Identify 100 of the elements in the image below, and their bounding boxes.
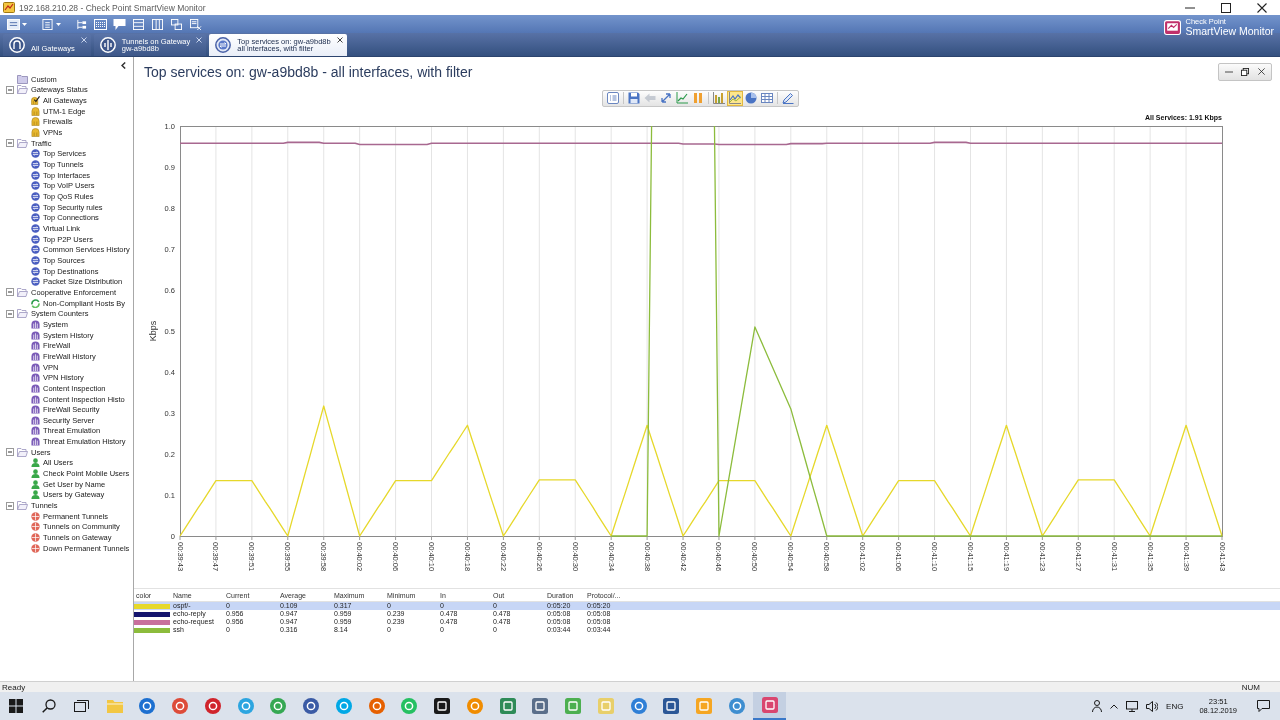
circular-arrows-icon bbox=[31, 298, 40, 308]
bar-dome-icon bbox=[31, 362, 40, 372]
chevron-left-icon[interactable] bbox=[121, 62, 126, 69]
stacked-windows-icon bbox=[170, 18, 183, 30]
maximize-icon bbox=[1221, 2, 1231, 13]
toolbar-button[interactable] bbox=[111, 16, 128, 32]
bar-dome-icon bbox=[31, 437, 40, 447]
speaker-icon[interactable] bbox=[1146, 700, 1159, 712]
arch-icon bbox=[31, 117, 40, 127]
bar-dome-icon bbox=[31, 341, 40, 351]
folder-icon bbox=[17, 74, 28, 84]
pause-icon bbox=[691, 92, 704, 104]
view-title: Top services on: gw-a9bd8b - all interfaces, with filter bbox=[144, 63, 474, 80]
bar-dome-icon bbox=[31, 415, 40, 425]
trend-chart-icon bbox=[675, 92, 688, 104]
toolbar-button[interactable] bbox=[39, 16, 63, 32]
window-menu-icon bbox=[7, 18, 20, 30]
bar-chart-button[interactable] bbox=[710, 90, 727, 106]
chevron-up-icon[interactable] bbox=[1110, 703, 1119, 709]
arrows-circle-icon bbox=[31, 149, 40, 159]
bar-chart-icon bbox=[712, 92, 725, 104]
arrows-circle-icon bbox=[31, 213, 40, 223]
chart-window-icon bbox=[3, 2, 15, 13]
person-icon bbox=[31, 458, 40, 468]
ball-icon bbox=[31, 522, 40, 532]
minus-box-icon[interactable] bbox=[6, 288, 14, 297]
pie-chart-icon bbox=[744, 92, 757, 104]
arrows-circle-icon bbox=[215, 37, 232, 53]
window-title: 192.168.210.28 - Check Point SmartView Monitor bbox=[19, 2, 207, 13]
folder-icon bbox=[17, 447, 28, 457]
folder-icon bbox=[17, 138, 28, 148]
grid-icon bbox=[9, 699, 24, 713]
columns-icon bbox=[151, 18, 164, 30]
arrow-left-icon bbox=[643, 92, 656, 104]
save-icon bbox=[627, 92, 640, 104]
line-chart-button[interactable] bbox=[726, 90, 743, 106]
arrows-circle-icon bbox=[31, 245, 40, 255]
status-text: Ready bbox=[2, 682, 26, 692]
axis-title: Kbps bbox=[148, 320, 158, 342]
arrows-circle-icon bbox=[31, 202, 40, 212]
arrows-circle-icon bbox=[31, 181, 40, 191]
list-icon bbox=[606, 92, 619, 104]
pencil-icon bbox=[781, 92, 794, 104]
close-icon[interactable] bbox=[336, 37, 343, 43]
minimize-icon bbox=[1185, 6, 1195, 9]
minus-box-icon[interactable] bbox=[6, 139, 14, 148]
minus-box-icon[interactable] bbox=[6, 86, 14, 94]
language-indicator[interactable]: ENG bbox=[1166, 701, 1184, 711]
arch-check-icon bbox=[31, 96, 40, 106]
logo-product-text: SmartView Monitor bbox=[1185, 25, 1274, 36]
status-indicator: NUM bbox=[1241, 682, 1260, 692]
arch-icon bbox=[31, 106, 40, 116]
diagonal-arrows-icon bbox=[659, 92, 672, 104]
person-icon[interactable] bbox=[1092, 700, 1103, 712]
bar-dome-icon bbox=[31, 351, 40, 361]
arrows-circle-icon bbox=[31, 234, 40, 244]
minus-box-icon[interactable] bbox=[6, 501, 14, 510]
speech-bubble-icon[interactable] bbox=[1257, 700, 1270, 712]
bar-dome-icon bbox=[31, 330, 40, 340]
toolbar-button[interactable] bbox=[5, 16, 29, 32]
minus-box-icon[interactable] bbox=[6, 448, 14, 457]
list-icon bbox=[41, 18, 54, 30]
arrows-circle-icon bbox=[31, 160, 40, 170]
close-icon bbox=[1257, 2, 1267, 13]
line-chart-icon bbox=[728, 92, 741, 104]
folder-icon bbox=[17, 309, 28, 319]
tree-icon bbox=[75, 18, 88, 30]
arrows-circle-icon bbox=[31, 170, 40, 180]
toolbar-button[interactable] bbox=[149, 16, 166, 32]
caret-icon bbox=[56, 22, 61, 26]
minus-box-icon[interactable] bbox=[6, 309, 14, 318]
person-icon bbox=[31, 490, 40, 500]
arrows-circle-icon bbox=[31, 256, 40, 265]
toolbar-button[interactable] bbox=[168, 16, 185, 32]
restore-button[interactable] bbox=[1238, 65, 1252, 78]
folder-icon bbox=[17, 287, 28, 297]
ball-icon bbox=[31, 533, 40, 543]
toolbar-button[interactable] bbox=[92, 16, 109, 32]
bar-dome-icon bbox=[31, 405, 40, 415]
chart-screen-icon bbox=[1164, 19, 1182, 35]
bar-dome-icon bbox=[31, 373, 40, 383]
split-circle-icon bbox=[99, 37, 116, 53]
minimize-icon bbox=[1225, 70, 1233, 73]
legend-button[interactable] bbox=[604, 90, 621, 106]
toolbar-button[interactable] bbox=[187, 16, 204, 32]
table-view-button[interactable] bbox=[758, 90, 775, 106]
arch-circle-icon bbox=[9, 37, 25, 53]
bar-dome-icon bbox=[31, 319, 40, 329]
caret-icon bbox=[22, 22, 27, 26]
arrows-circle-icon bbox=[31, 277, 40, 287]
arrows-circle-icon bbox=[31, 192, 40, 202]
search-icon bbox=[42, 699, 57, 713]
trend-button[interactable] bbox=[673, 90, 690, 106]
monitor-icon[interactable] bbox=[1126, 700, 1139, 712]
toolbar-button[interactable] bbox=[130, 16, 147, 32]
arrows-circle-icon bbox=[31, 224, 40, 233]
keyboard-icon bbox=[94, 18, 107, 30]
folder-icon bbox=[17, 85, 28, 95]
rows-icon bbox=[132, 18, 145, 30]
edit-button[interactable] bbox=[779, 90, 796, 106]
